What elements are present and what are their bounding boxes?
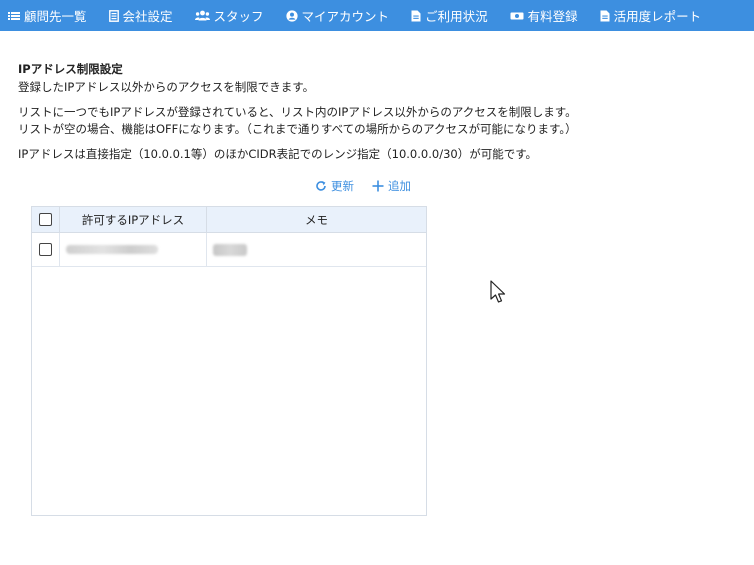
column-header-ip[interactable]: 許可するIPアドレス xyxy=(60,207,207,232)
nav-label: 活用度レポート xyxy=(613,9,702,24)
table-header: 許可するIPアドレス メモ xyxy=(32,207,426,233)
refresh-icon xyxy=(316,181,326,191)
nav-label: 有料登録 xyxy=(527,9,578,24)
nav-item-usage-report[interactable]: 活用度レポート xyxy=(600,6,702,25)
refresh-button[interactable]: 更新 xyxy=(315,178,354,194)
description-line-2: リストが空の場合、機能はOFFになります。（これまで通りすべての場所からのアクセ… xyxy=(18,122,577,136)
ip-address-table: 許可するIPアドレス メモ xyxy=(31,206,427,516)
file-icon xyxy=(411,10,421,21)
add-button[interactable]: 追加 xyxy=(372,178,411,194)
top-navbar: 顧問先一覧 会社設定 スタッフ マイアカウント ご利用状況 有料登録 活用度レポ… xyxy=(0,0,754,31)
ip-restriction-section: IPアドレス制限設定 登録したIPアドレス以外からのアクセスを制限できます。 リ… xyxy=(18,62,738,163)
nav-item-company-settings[interactable]: 会社設定 xyxy=(108,6,173,25)
file-icon xyxy=(600,10,610,21)
nav-label: スタッフ xyxy=(213,9,264,24)
nav-item-clients[interactable]: 顧問先一覧 xyxy=(8,6,87,25)
page-title: IPアドレス制限設定 xyxy=(18,62,123,76)
row-checkbox-cell xyxy=(32,233,60,266)
user-circle-icon xyxy=(285,9,298,22)
row-checkbox[interactable] xyxy=(39,243,52,256)
nav-label: ご利用状況 xyxy=(425,9,488,24)
table-row[interactable] xyxy=(32,233,426,267)
list-icon xyxy=(8,11,20,20)
redacted-ip-value xyxy=(66,245,158,254)
add-label: 追加 xyxy=(388,179,411,193)
memo-cell[interactable] xyxy=(207,233,426,266)
description-line-1: リストに一つでもIPアドレスが登録されていると、リスト内のIPアドレス以外からの… xyxy=(18,105,577,119)
ip-cell[interactable] xyxy=(60,233,207,266)
plus-icon xyxy=(372,180,384,192)
nav-item-staff[interactable]: スタッフ xyxy=(194,6,264,25)
description-line-3: IPアドレスは直接指定（10.0.0.1等）のほかCIDR表記でのレンジ指定（1… xyxy=(18,147,538,161)
nav-label: 顧問先一覧 xyxy=(24,9,87,24)
page-subtitle: 登録したIPアドレス以外からのアクセスを制限できます。 xyxy=(18,80,315,94)
select-all-checkbox[interactable] xyxy=(39,213,52,226)
nav-item-paid-registration[interactable]: 有料登録 xyxy=(510,6,578,25)
mouse-pointer-icon xyxy=(490,280,506,303)
nav-label: 会社設定 xyxy=(122,9,173,24)
table-actions: 更新 追加 xyxy=(315,178,429,194)
document-icon xyxy=(108,9,119,22)
refresh-label: 更新 xyxy=(331,179,354,193)
money-icon xyxy=(510,12,524,19)
nav-label: マイアカウント xyxy=(301,9,390,24)
column-header-memo[interactable]: メモ xyxy=(207,207,426,232)
nav-item-my-account[interactable]: マイアカウント xyxy=(285,6,390,25)
users-icon xyxy=(194,10,210,21)
redacted-memo-value xyxy=(213,243,247,256)
header-checkbox-cell xyxy=(32,207,60,232)
nav-item-usage[interactable]: ご利用状況 xyxy=(411,6,488,25)
